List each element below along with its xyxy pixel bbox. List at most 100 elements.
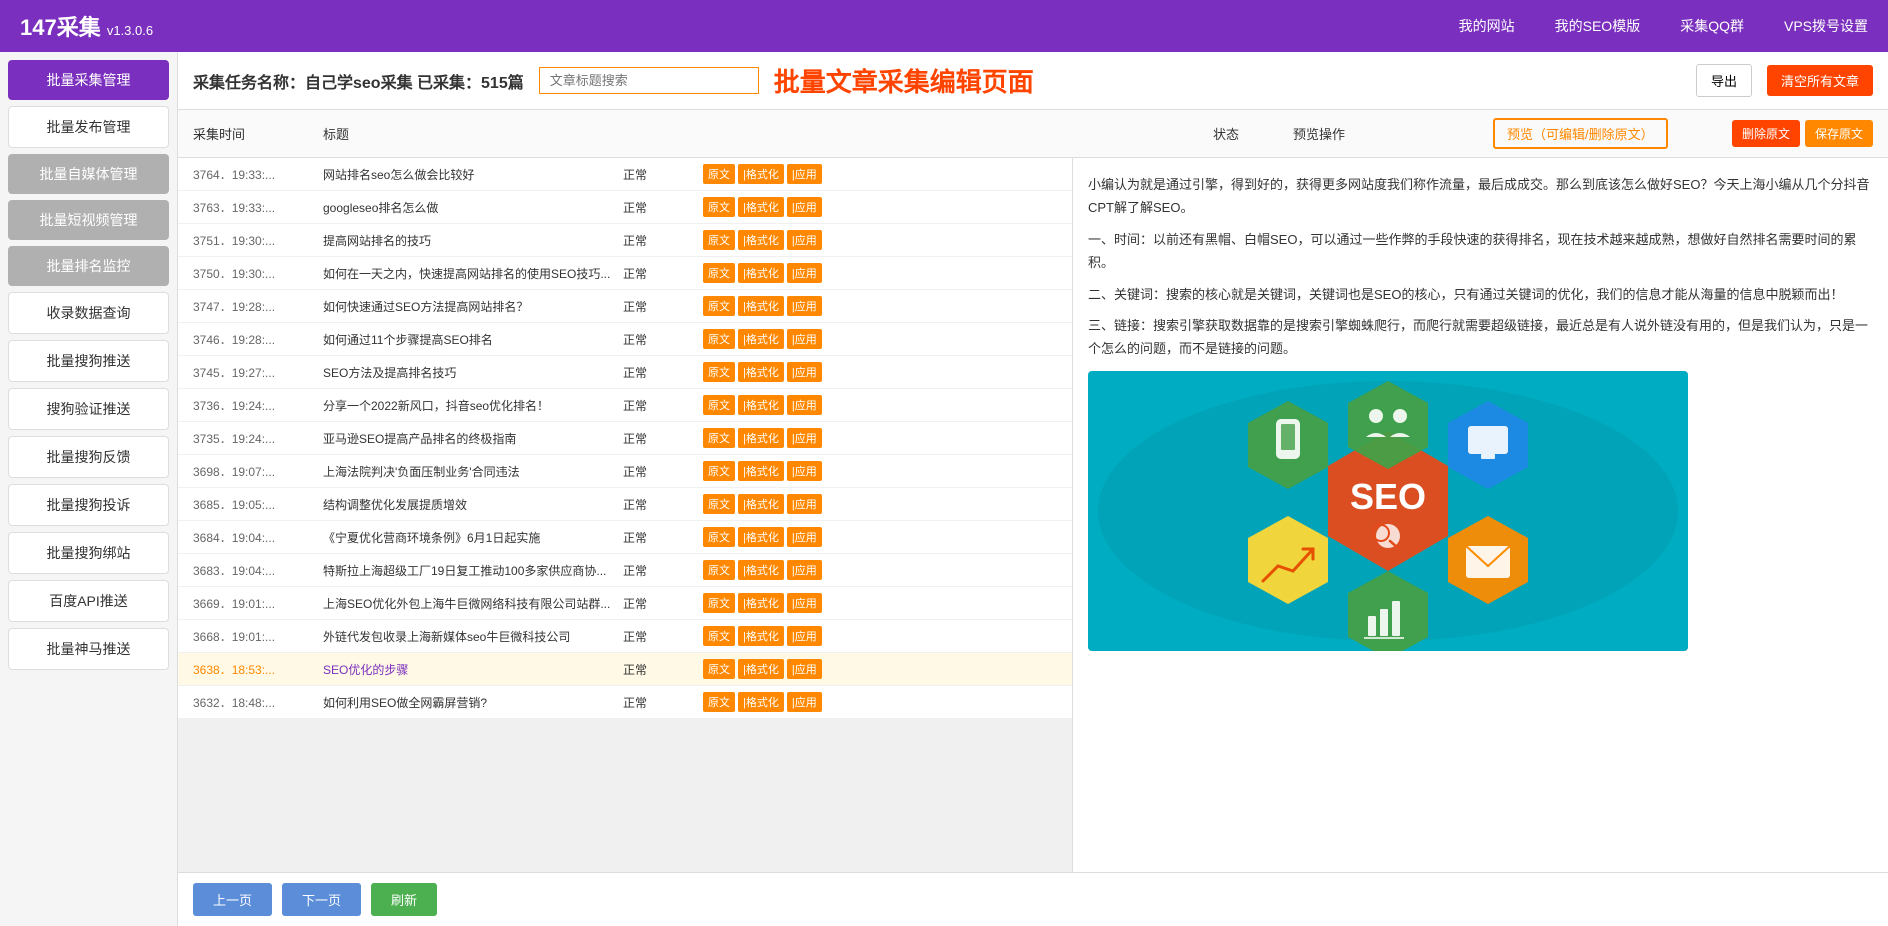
sidebar-item-sogou-verify[interactable]: 搜狗验证推送 [8,388,169,430]
tag-ying-button[interactable]: |应用 [787,164,822,184]
tag-ying-button[interactable]: |应用 [787,428,822,448]
tag-ge-button[interactable]: |格式化 [738,461,784,481]
seo-image: SEO [1088,371,1688,651]
tag-ge-button[interactable]: |格式化 [738,428,784,448]
row-time: 3735．19:24:... [193,430,323,447]
table-row: 3747．19:28:... 如何快速通过SEO方法提高网站排名？ 正常 原文 … [178,290,1072,323]
tag-yuan-button[interactable]: 原文 [703,296,735,316]
nav-qq-group[interactable]: 采集QQ群 [1680,16,1744,36]
tag-yuan-button[interactable]: 原文 [703,164,735,184]
tag-yuan-button[interactable]: 原文 [703,395,735,415]
tag-ying-button[interactable]: |应用 [787,593,822,613]
sidebar-item-collect[interactable]: 批量采集管理 [8,60,169,100]
sidebar-item-sogou-bind[interactable]: 批量搜狗绑站 [8,532,169,574]
tag-ying-button[interactable]: |应用 [787,560,822,580]
tag-ying-button[interactable]: |应用 [787,395,822,415]
tag-ge-button[interactable]: |格式化 [738,362,784,382]
tag-ge-button[interactable]: |格式化 [738,296,784,316]
sidebar-item-sogou-complaint[interactable]: 批量搜狗投诉 [8,484,169,526]
tag-ying-button[interactable]: |应用 [787,692,822,712]
refresh-button[interactable]: 刷新 [371,883,437,916]
tag-ge-button[interactable]: |格式化 [738,197,784,217]
tag-ying-button[interactable]: |应用 [787,626,822,646]
svg-text:SEO: SEO [1350,476,1426,517]
tag-ying-button[interactable]: |应用 [787,329,822,349]
sidebar-item-sogou-push[interactable]: 批量搜狗推送 [8,340,169,382]
prev-page-button[interactable]: 上一页 [193,883,272,916]
sidebar-item-sogou-feedback[interactable]: 批量搜狗反馈 [8,436,169,478]
tag-ying-button[interactable]: |应用 [787,659,822,679]
row-status: 正常 [623,562,703,579]
preview-area[interactable]: 小编认为就是通过引擎，得到好的，获得更多网站度我们称作流量，最后成成交。那么到底… [1073,158,1888,872]
tag-yuan-button[interactable]: 原文 [703,329,735,349]
tag-yuan-button[interactable]: 原文 [703,626,735,646]
row-time: 3763．19:33:... [193,199,323,216]
sidebar-item-shenma[interactable]: 批量神马推送 [8,628,169,670]
tag-yuan-button[interactable]: 原文 [703,197,735,217]
sidebar-item-baidu-api[interactable]: 百度API推送 [8,580,169,622]
tag-ying-button[interactable]: |应用 [787,230,822,250]
nav-seo-template[interactable]: 我的SEO模版 [1555,16,1641,36]
app-logo: 147采集 v1.3.0.6 [20,10,1459,42]
header: 147采集 v1.3.0.6 我的网站 我的SEO模版 采集QQ群 VPS拨号设… [0,0,1888,52]
table-row: 3745．19:27:... SEO方法及提高排名技巧 正常 原文 |格式化 |… [178,356,1072,389]
tag-ge-button[interactable]: |格式化 [738,494,784,514]
table-area[interactable]: 3764．19:33:... 网站排名seo怎么做会比较好 正常 原文 |格式化… [178,158,1073,872]
tag-yuan-button[interactable]: 原文 [703,428,735,448]
tag-ying-button[interactable]: |应用 [787,527,822,547]
tag-ge-button[interactable]: |格式化 [738,626,784,646]
row-time: 3698．19:07:... [193,463,323,480]
tag-yuan-button[interactable]: 原文 [703,362,735,382]
tag-ying-button[interactable]: |应用 [787,197,822,217]
sidebar-item-record[interactable]: 收录数据查询 [8,292,169,334]
table-row: 3735．19:24:... 亚马逊SEO提高产品排名的终极指南 正常 原文 |… [178,422,1072,455]
row-ops: 原文 |格式化 |应用 [703,692,903,712]
next-page-button[interactable]: 下一页 [282,883,361,916]
row-title: 上海SEO优化外包上海牛巨微网络科技有限公司站群... [323,595,623,612]
tag-ge-button[interactable]: |格式化 [738,527,784,547]
sidebar-item-video: 批量短视频管理 [8,200,169,240]
tag-yuan-button[interactable]: 原文 [703,560,735,580]
row-title: 结构调整优化发展提质增效 [323,496,623,513]
export-button[interactable]: 导出 [1696,64,1752,97]
tag-yuan-button[interactable]: 原文 [703,230,735,250]
tag-ying-button[interactable]: |应用 [787,494,822,514]
tag-ying-button[interactable]: |应用 [787,461,822,481]
tag-ge-button[interactable]: |格式化 [738,692,784,712]
tag-yuan-button[interactable]: 原文 [703,494,735,514]
tag-ge-button[interactable]: |格式化 [738,230,784,250]
tag-yuan-button[interactable]: 原文 [703,692,735,712]
tag-yuan-button[interactable]: 原文 [703,527,735,547]
table-row: 3750．19:30:... 如何在一天之内，快速提高网站排名的使用SEO技巧.… [178,257,1072,290]
search-input[interactable] [539,67,759,94]
save-orig-button[interactable]: 保存原文 [1805,120,1873,147]
row-ops: 原文 |格式化 |应用 [703,197,903,217]
nav-my-site[interactable]: 我的网站 [1459,16,1515,36]
preview-label: 预览（可编辑/删除原文） [1493,118,1668,149]
header-nav: 我的网站 我的SEO模版 采集QQ群 VPS拨号设置 [1459,16,1868,36]
tag-ying-button[interactable]: |应用 [787,263,822,283]
tag-ying-button[interactable]: |应用 [787,296,822,316]
row-status: 正常 [623,430,703,447]
nav-vps-setting[interactable]: VPS拨号设置 [1784,16,1868,36]
preview-paragraph: 小编认为就是通过引擎，得到好的，获得更多网站度我们称作流量，最后成成交。那么到底… [1088,173,1873,220]
clearall-button[interactable]: 清空所有文章 [1767,65,1873,96]
tag-yuan-button[interactable]: 原文 [703,593,735,613]
delete-orig-button[interactable]: 删除原文 [1732,120,1800,147]
tag-ge-button[interactable]: |格式化 [738,263,784,283]
row-ops: 原文 |格式化 |应用 [703,626,903,646]
tag-ge-button[interactable]: |格式化 [738,659,784,679]
tag-ge-button[interactable]: |格式化 [738,593,784,613]
tag-ge-button[interactable]: |格式化 [738,395,784,415]
row-status: 正常 [623,694,703,711]
tag-ge-button[interactable]: |格式化 [738,329,784,349]
tag-ying-button[interactable]: |应用 [787,362,822,382]
tag-ge-button[interactable]: |格式化 [738,560,784,580]
tag-ge-button[interactable]: |格式化 [738,164,784,184]
tag-yuan-button[interactable]: 原文 [703,461,735,481]
tag-yuan-button[interactable]: 原文 [703,659,735,679]
table-row: 3746．19:28:... 如何通过11个步骤提高SEO排名 正常 原文 |格… [178,323,1072,356]
row-title: 如何通过11个步骤提高SEO排名 [323,331,623,348]
tag-yuan-button[interactable]: 原文 [703,263,735,283]
sidebar-item-publish[interactable]: 批量发布管理 [8,106,169,148]
